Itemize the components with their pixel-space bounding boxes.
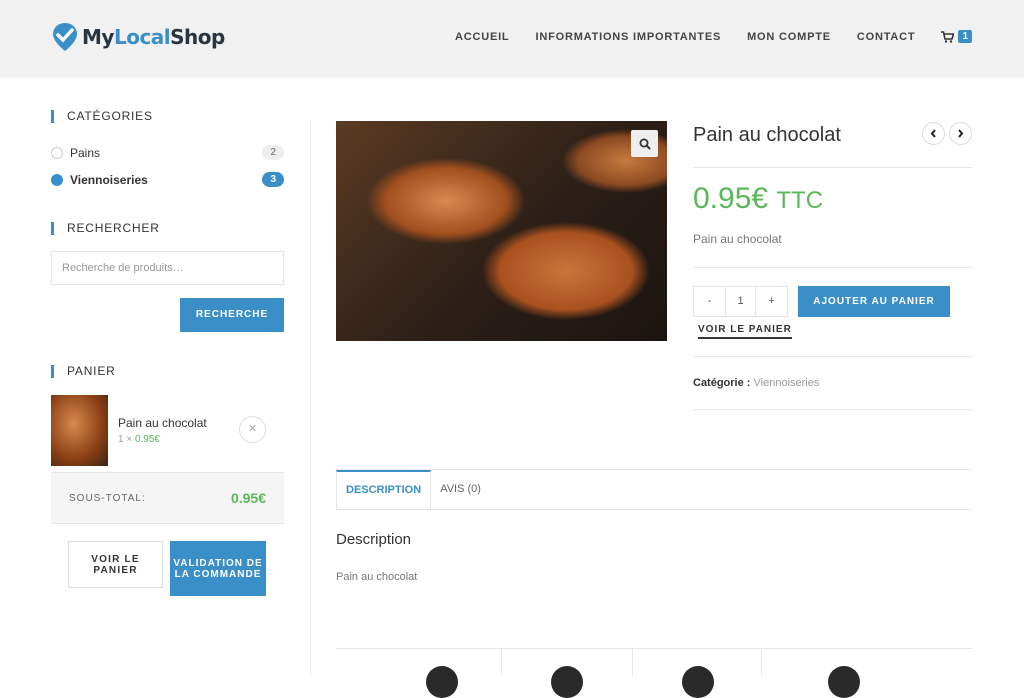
add-to-cart-button[interactable]: AJOUTER AU PANIER: [798, 286, 950, 317]
view-cart-button[interactable]: VOIR LE PANIER: [68, 541, 163, 588]
nav-mon-compte[interactable]: MON COMPTE: [747, 31, 831, 43]
next-product-button[interactable]: [949, 122, 972, 145]
category-label: Viennoiseries: [70, 172, 148, 187]
category-list: Pains 2 Viennoiseries 3: [51, 139, 284, 193]
column-divider: [501, 649, 502, 676]
product-category: Catégorie : Viennoiseries: [693, 377, 820, 389]
remove-item-button[interactable]: ✕: [239, 416, 266, 443]
divider: [693, 167, 972, 168]
feature-icon: [828, 666, 860, 698]
qty-minus-button[interactable]: -: [694, 287, 725, 316]
feature-icon: [682, 666, 714, 698]
divider: [693, 267, 972, 268]
category-label: Pains: [70, 145, 101, 160]
divider: [693, 356, 972, 357]
cart-widget-title: PANIER: [51, 365, 284, 378]
sidebar-divider: [310, 120, 311, 675]
description-heading: Description: [336, 531, 412, 548]
category-item-viennoiseries[interactable]: Viennoiseries 3: [51, 166, 284, 193]
subtotal-value: 0.95€: [230, 490, 266, 506]
column-divider: [761, 649, 762, 676]
checkout-button[interactable]: VALIDATION DE LA COMMANDE: [170, 541, 266, 596]
feature-icon: [426, 666, 458, 698]
product-summary: Pain au chocolat 0.95€ TTC Pain au choco…: [693, 121, 972, 410]
radio-icon: [51, 146, 63, 159]
main-nav: ACCUEIL INFORMATIONS IMPORTANTES MON COM…: [429, 30, 972, 43]
search-title: RECHERCHER: [51, 222, 284, 235]
chevron-right-icon: [958, 129, 964, 138]
category-item-pains[interactable]: Pains 2: [51, 139, 284, 166]
magnifier-icon: [639, 138, 651, 150]
radio-selected-icon: [51, 173, 63, 186]
product-search-input[interactable]: Recherche de produits…: [51, 251, 284, 285]
product-tabs: DESCRIPTION AVIS (0): [336, 469, 972, 510]
view-cart-link[interactable]: VOIR LE PANIER: [698, 324, 792, 339]
product-thumbnail[interactable]: [51, 394, 108, 466]
product-image[interactable]: [336, 121, 667, 341]
search-button[interactable]: RECHERCHE: [180, 298, 284, 332]
logo-text: MyLocalShop: [82, 25, 225, 49]
nav-informations[interactable]: INFORMATIONS IMPORTANTES: [535, 31, 721, 43]
feature-icon: [551, 666, 583, 698]
qty-input[interactable]: 1: [725, 287, 756, 316]
cart-icon: [941, 30, 955, 43]
tab-reviews[interactable]: AVIS (0): [431, 470, 490, 509]
category-count: 2: [262, 145, 284, 160]
qty-plus-button[interactable]: +: [756, 287, 787, 316]
mini-cart-product-name[interactable]: Pain au chocolat: [118, 416, 207, 430]
mini-cart-item: Pain au chocolat 1 × 0.95€ ✕: [51, 394, 284, 466]
previous-product-button[interactable]: [922, 122, 945, 145]
divider: [693, 409, 972, 410]
cart-count-badge: 1: [958, 30, 972, 43]
categories-title: CATÉGORIES: [51, 110, 284, 123]
quantity-stepper: - 1 +: [693, 286, 788, 317]
nav-cart[interactable]: 1: [941, 30, 972, 43]
column-divider: [632, 649, 633, 676]
site-header: MyLocalShop ACCUEIL INFORMATIONS IMPORTA…: [0, 0, 1024, 78]
nav-contact[interactable]: CONTACT: [857, 31, 916, 43]
category-link[interactable]: Viennoiseries: [754, 377, 820, 389]
related-section: [336, 648, 972, 698]
description-text: Pain au chocolat: [336, 571, 418, 583]
site-logo[interactable]: MyLocalShop: [52, 22, 225, 52]
product-price: 0.95€ TTC: [693, 182, 824, 215]
chevron-left-icon: [930, 129, 936, 138]
zoom-button[interactable]: [631, 130, 658, 157]
sidebar: CATÉGORIES Pains 2 Viennoiseries 3 RECHE…: [51, 110, 284, 596]
product-short-description: Pain au chocolat: [693, 232, 782, 246]
tab-description[interactable]: DESCRIPTION: [336, 470, 432, 509]
mini-cart-qty-price: 1 × 0.95€: [118, 433, 160, 445]
logo-icon: [53, 23, 77, 51]
nav-accueil[interactable]: ACCUEIL: [455, 31, 510, 43]
subtotal-label: SOUS-TOTAL:: [69, 492, 146, 504]
cart-subtotal: SOUS-TOTAL: 0.95€: [51, 472, 284, 524]
category-count: 3: [262, 172, 284, 187]
